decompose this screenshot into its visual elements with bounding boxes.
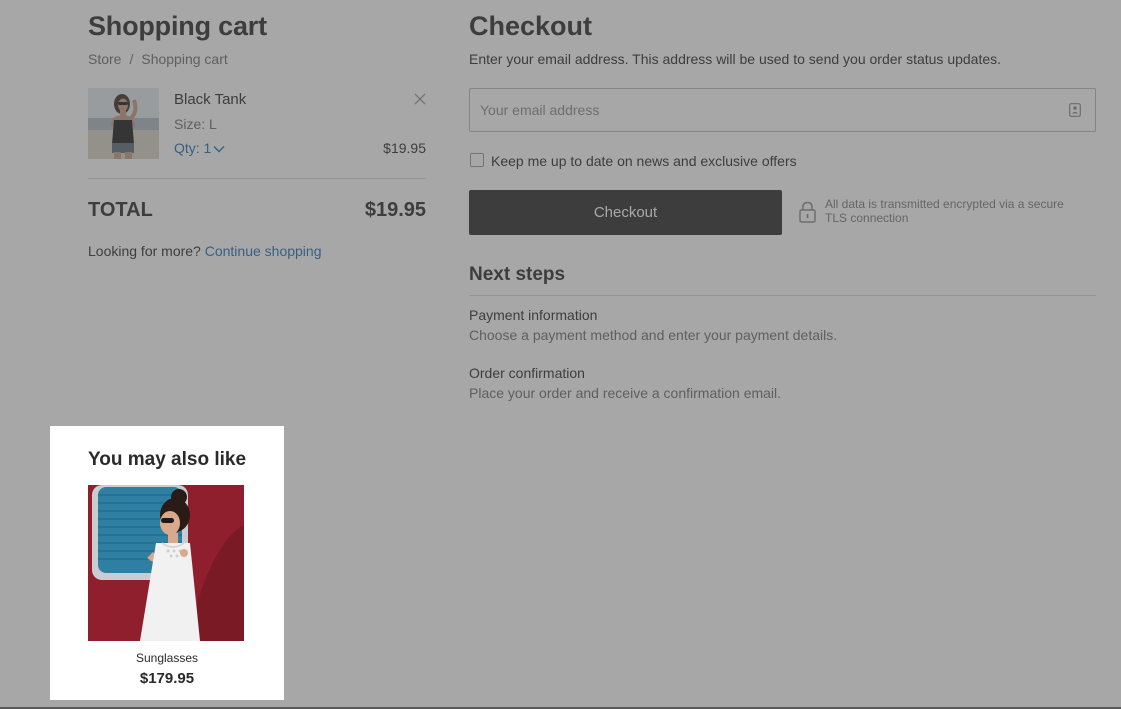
sunglasses-model-photo[interactable] <box>88 485 244 641</box>
recommended-product-price: $179.95 <box>139 670 195 687</box>
recommendations-panel: You may also like Sunglasses $179.95 <box>50 426 284 700</box>
recommended-product-image-svg <box>88 485 244 641</box>
recommended-product-name[interactable]: Sunglasses <box>50 651 284 665</box>
recommendations-title: You may also like <box>88 449 247 470</box>
page: Shopping cart Store/Shopping cart <box>0 0 1121 709</box>
